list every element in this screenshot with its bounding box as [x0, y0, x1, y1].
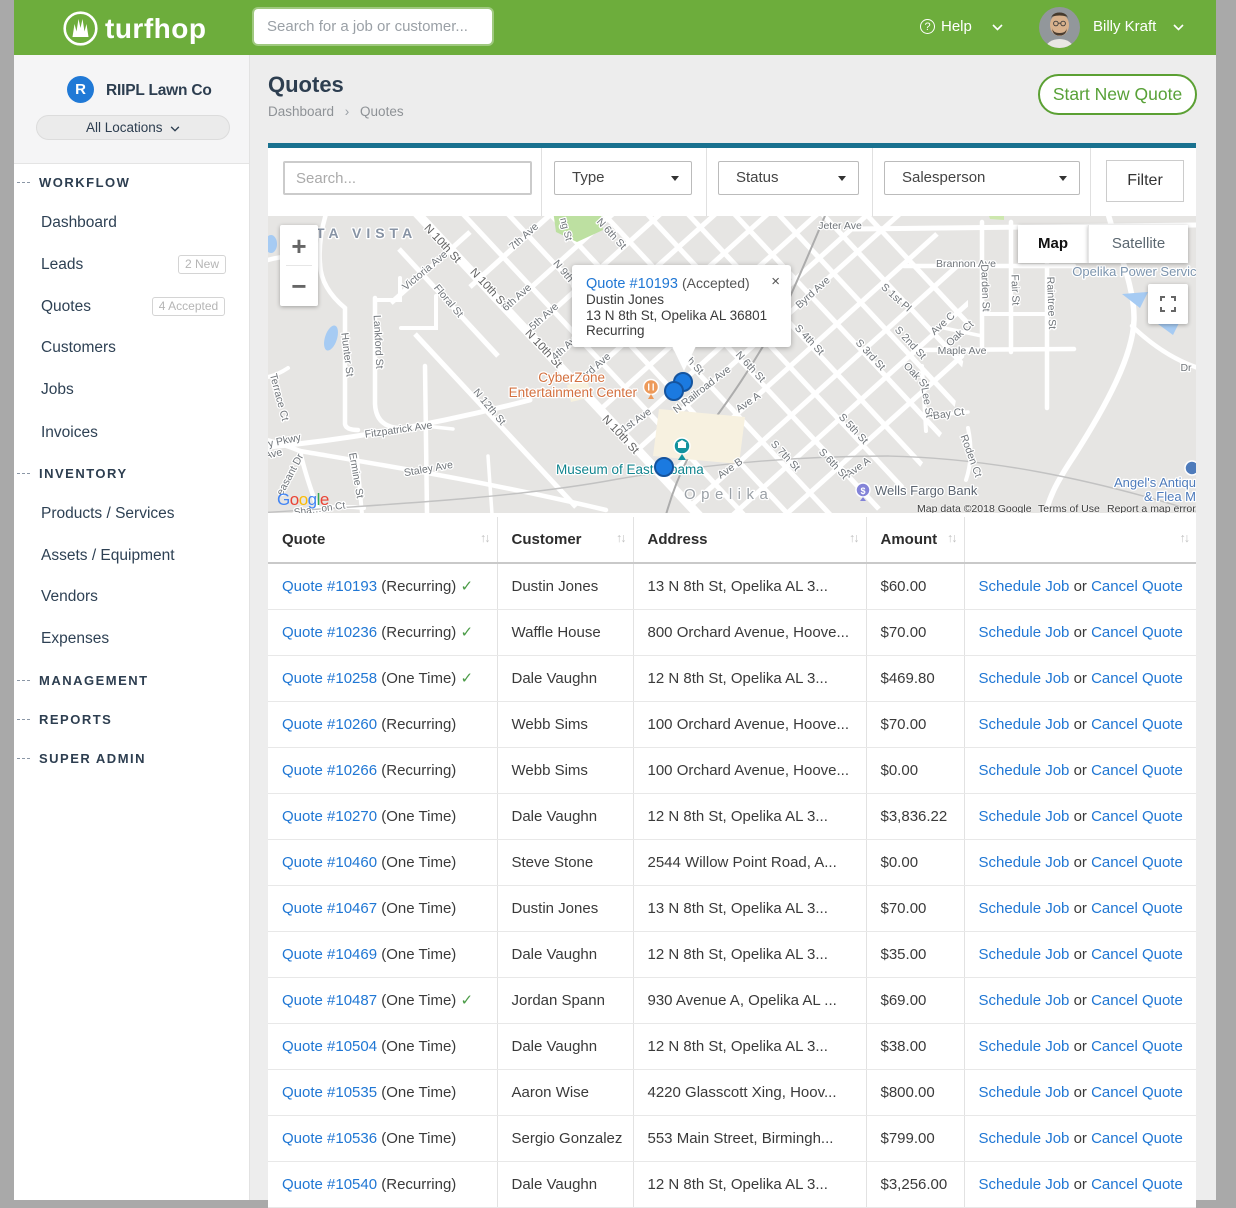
svg-text:TA VISTA: TA VISTA [316, 225, 417, 241]
svg-text:Ave A: Ave A [734, 390, 763, 415]
svg-text:S 1st Pl: S 1st Pl [879, 281, 914, 314]
svg-text:7th Ave: 7th Ave [507, 221, 541, 253]
svg-text:Angel's Antiqu: Angel's Antiqu [1114, 475, 1196, 490]
svg-text:S 5th St: S 5th St [836, 411, 870, 447]
svg-text:Terrace Ct: Terrace Ct [268, 372, 291, 422]
svg-text:Maple Ave: Maple Ave [938, 345, 987, 357]
svg-text:Wells Fargo Bank: Wells Fargo Bank [875, 483, 978, 498]
svg-text:Byrd Ave: Byrd Ave [793, 274, 832, 311]
svg-text:Bay Ct: Bay Ct [932, 406, 965, 422]
svg-text:Entertainment Center: Entertainment Center [509, 385, 638, 400]
svg-text:CyberZone: CyberZone [538, 370, 605, 385]
svg-text:Opelika Power Service: Opelika Power Service [1072, 264, 1196, 279]
svg-text:Raintree St: Raintree St [1044, 276, 1058, 329]
svg-text:bama: bama [670, 462, 704, 477]
svg-text:& Flea M: & Flea M [1144, 489, 1196, 504]
svg-text:Fair St: Fair St [1008, 274, 1021, 305]
svg-text:1st Ave: 1st Ave [619, 406, 654, 436]
svg-text:Dr: Dr [1180, 362, 1192, 374]
svg-text:$: $ [860, 486, 865, 496]
svg-text:Opelika: Opelika [684, 486, 773, 503]
svg-text:N 6th St: N 6th St [733, 349, 768, 385]
svg-text:Museum of East A: Museum of East A [556, 462, 666, 477]
svg-text:Hunter St: Hunter St [338, 332, 355, 378]
svg-text:Ermine St: Ermine St [346, 452, 366, 500]
svg-text:Ave: Ave [268, 446, 284, 461]
svg-text:Darden St: Darden St [978, 264, 992, 312]
svg-text:Jeter Ave: Jeter Ave [818, 220, 862, 232]
svg-text:Roden Ct: Roden Ct [958, 433, 984, 479]
svg-text:Fitzpatrick Ave: Fitzpatrick Ave [364, 419, 433, 440]
